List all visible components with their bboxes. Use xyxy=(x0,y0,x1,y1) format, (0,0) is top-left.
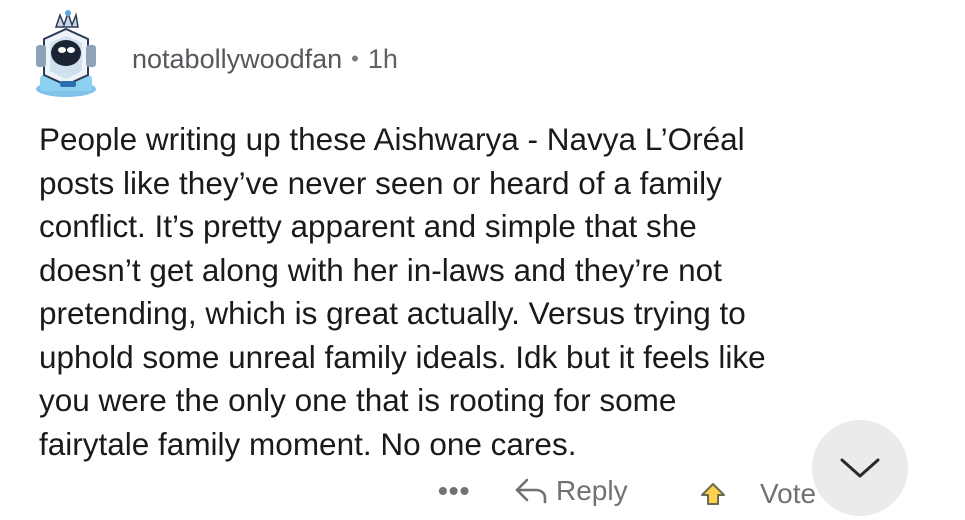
scroll-down-button[interactable] xyxy=(812,420,908,516)
chevron-down-icon xyxy=(840,458,880,478)
upvote-icon[interactable] xyxy=(700,482,726,506)
meta-separator: • xyxy=(351,46,359,71)
reply-label: Reply xyxy=(556,475,628,506)
user-avatar[interactable] xyxy=(30,9,102,99)
comment-body: People writing up these Aishwarya - Navy… xyxy=(39,121,766,462)
reply-arrow-icon xyxy=(515,478,547,504)
username-link[interactable]: notabollywoodfan xyxy=(132,44,342,75)
more-options-button[interactable]: ••• xyxy=(438,476,470,506)
reply-button[interactable]: Reply xyxy=(514,475,628,507)
comment-timestamp: 1h xyxy=(367,43,398,74)
comment-meta: notabollywoodfan • 1h xyxy=(132,44,398,75)
comment-header: notabollywoodfan • 1h xyxy=(30,6,398,102)
snoo-avatar-icon xyxy=(36,10,96,97)
vote-count-label: Vote xyxy=(760,478,817,509)
vote-control: Vote xyxy=(700,478,816,510)
